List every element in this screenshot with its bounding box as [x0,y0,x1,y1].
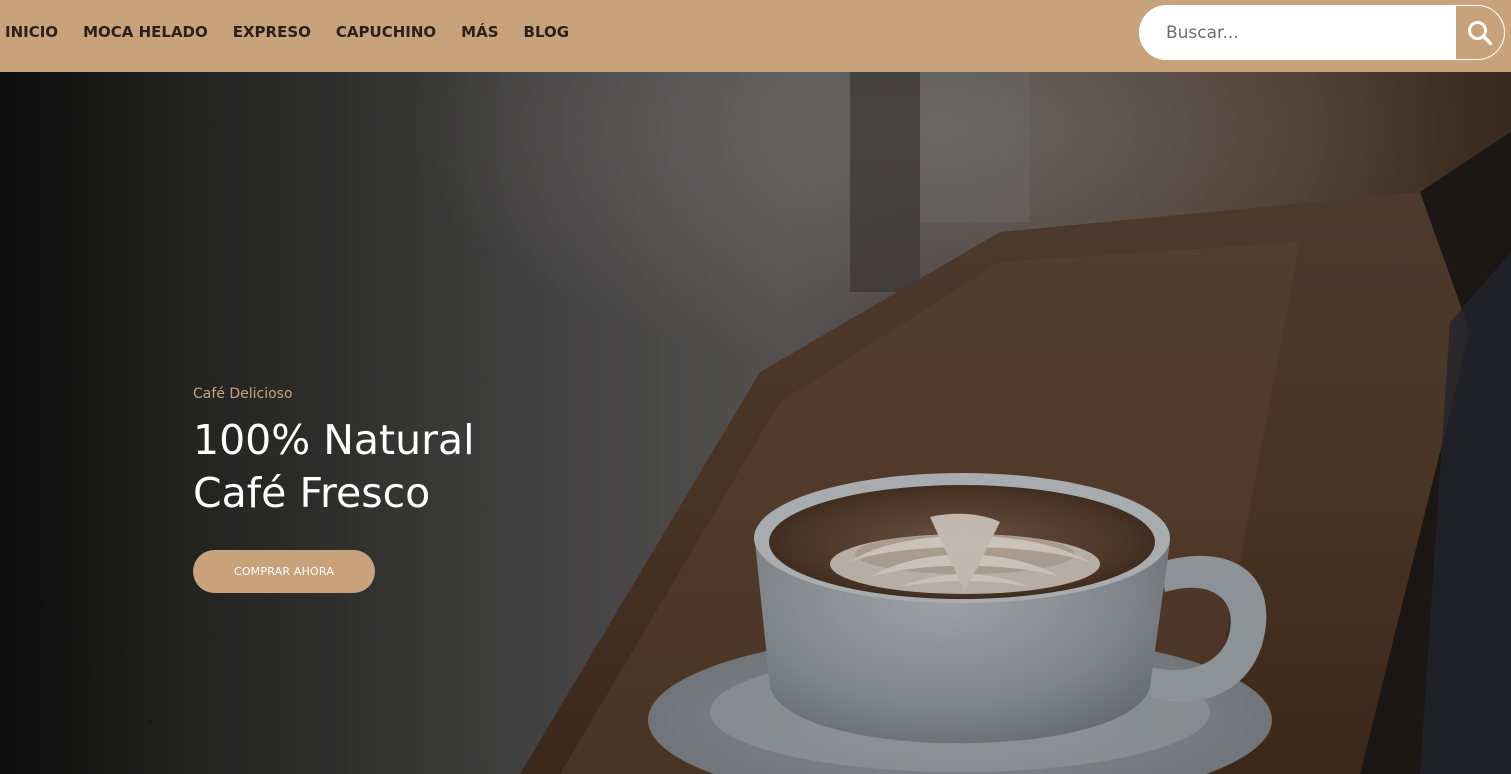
comprar-ahora-button[interactable]: COMPRAR AHORA [193,550,375,593]
hero-title: 100% Natural Café Fresco [193,414,474,520]
hero-text-block: Café Delicioso 100% Natural Café Fresco [193,386,474,520]
nav-item-expreso[interactable]: EXPRESO [233,23,311,41]
hero-title-line2: Café Fresco [193,469,431,517]
search-button[interactable] [1454,6,1504,59]
hero-title-line1: 100% Natural [193,416,475,464]
search-icon [1468,20,1493,45]
nav-item-inicio[interactable]: INICIO [5,23,58,41]
hero-eyebrow: Café Delicioso [193,386,293,402]
nav-item-moca-helado[interactable]: MOCA HELADO [83,23,208,41]
search-box [1139,5,1505,60]
hero-section: Café Delicioso 100% Natural Café Fresco … [0,72,1511,774]
main-nav: INICIO MOCA HELADO EXPRESO CAPUCHINO MÁS… [5,0,594,64]
nav-item-blog[interactable]: BLOG [524,23,570,41]
nav-item-mas[interactable]: MÁS [461,23,498,41]
search-input[interactable] [1140,6,1454,59]
top-navbar: INICIO MOCA HELADO EXPRESO CAPUCHINO MÁS… [0,0,1511,72]
page: INICIO MOCA HELADO EXPRESO CAPUCHINO MÁS… [0,0,1511,774]
nav-item-capuchino[interactable]: CAPUCHINO [336,23,436,41]
